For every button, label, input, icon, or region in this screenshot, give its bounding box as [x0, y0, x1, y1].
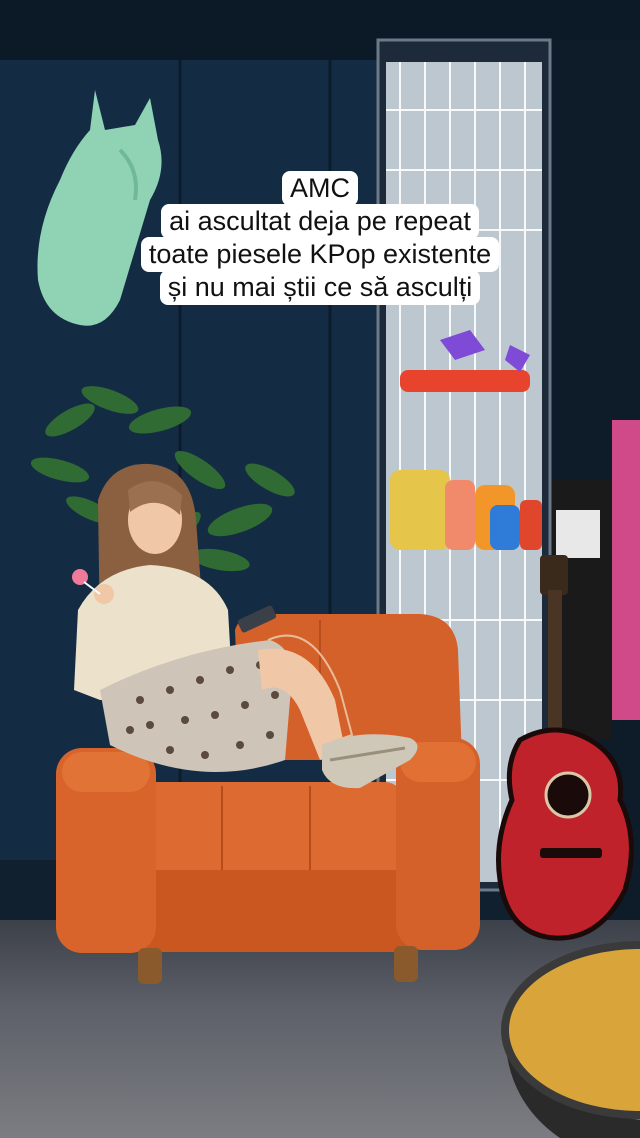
caption-overlay: AMC ai ascultat deja pe repeat toate pie…	[0, 171, 640, 305]
caption-line-3: toate piesele KPop existente	[140, 237, 500, 272]
caption-line-1: AMC	[282, 171, 358, 206]
caption-line-2: ai ascultat deja pe repeat	[161, 204, 479, 239]
caption-line-4: și nu mai știi ce să asculți	[159, 270, 481, 305]
video-frame: AMC ai ascultat deja pe repeat toate pie…	[0, 0, 640, 1138]
